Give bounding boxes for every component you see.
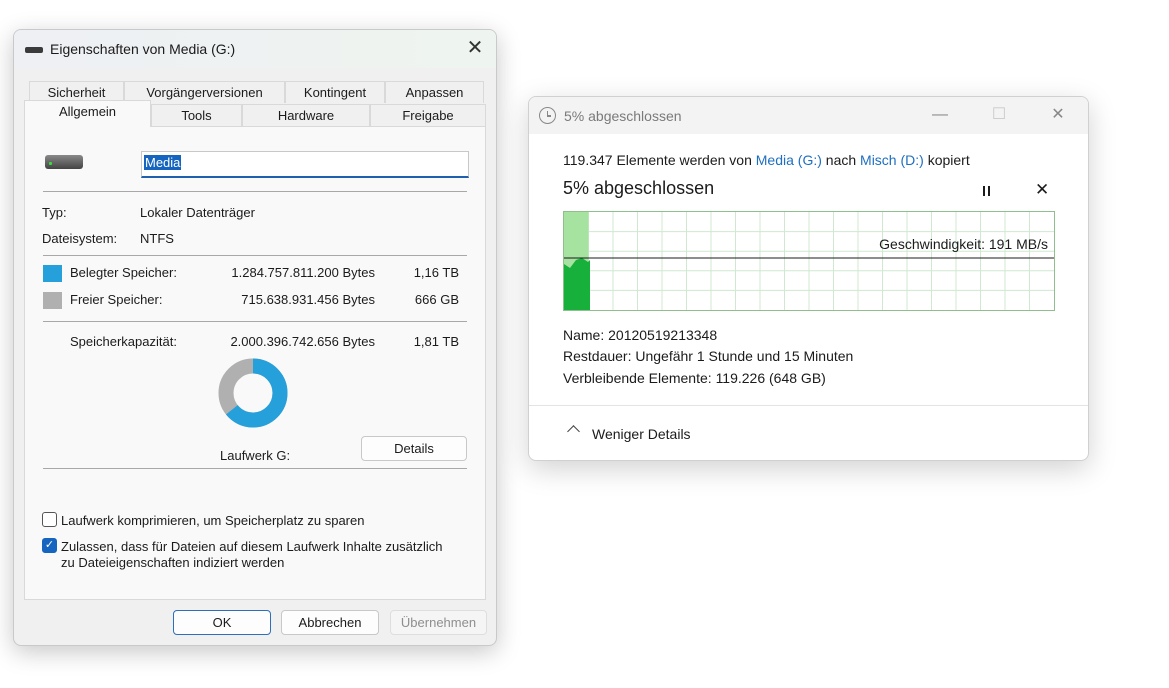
tab-hardware[interactable]: Hardware xyxy=(242,104,370,126)
drive-name-text: Media xyxy=(144,155,182,170)
used-space-label: Belegter Speicher: xyxy=(70,265,177,280)
drive-letter-label: Laufwerk G: xyxy=(220,448,291,463)
free-space-bytes: 715.638.931.456 Bytes xyxy=(241,292,375,307)
type-value: Lokaler Datenträger xyxy=(140,205,255,220)
filesystem-label: Dateisystem: xyxy=(42,231,118,246)
filesystem-value: NTFS xyxy=(140,231,174,246)
close-icon[interactable]: ✕ xyxy=(462,36,488,62)
destination-link[interactable]: Misch (D:) xyxy=(860,152,924,168)
drive-icon xyxy=(25,47,43,53)
copy-progress-dialog: 5% abgeschlossen — ☐ ✕ 119.347 Elemente … xyxy=(528,96,1089,461)
compress-label: Laufwerk komprimieren, um Speicherplatz … xyxy=(61,513,365,528)
used-space-bytes: 1.284.757.811.200 Bytes xyxy=(231,265,375,280)
index-checkbox[interactable]: ✓ xyxy=(42,538,57,553)
copy-summary: 119.347 Elemente werden von Media (G:) n… xyxy=(563,152,970,168)
remaining-value: Ungefähr 1 Stunde und 15 Minuten xyxy=(635,348,854,364)
divider xyxy=(43,468,467,469)
capacity-label: Speicherkapazität: xyxy=(70,334,177,349)
summary-mid: nach xyxy=(825,152,857,168)
tab-tools[interactable]: Tools xyxy=(151,104,242,126)
items-value: 119.226 (648 GB) xyxy=(715,370,826,386)
name-row: Name: 20120519213348 xyxy=(563,327,717,343)
capacity-size: 1,81 TB xyxy=(413,334,459,349)
progress-heading: 5% abgeschlossen xyxy=(563,178,715,198)
used-space-swatch xyxy=(43,265,62,282)
apply-button[interactable]: Übernehmen xyxy=(390,610,487,635)
maximize-button[interactable]: ☐ xyxy=(976,101,1022,131)
properties-titlebar: Eigenschaften von Media (G:) ✕ xyxy=(14,30,496,68)
capacity-bytes: 2.000.396.742.656 Bytes xyxy=(230,334,375,349)
clock-icon xyxy=(539,107,556,124)
free-space-label: Freier Speicher: xyxy=(70,292,163,307)
type-label: Typ: xyxy=(42,205,67,220)
less-details-link[interactable]: Weniger Details xyxy=(592,426,691,442)
free-space-swatch xyxy=(43,292,62,309)
ok-button[interactable]: OK xyxy=(173,610,271,635)
hard-drive-icon xyxy=(45,155,83,169)
speed-label: Geschwindigkeit: 191 MB/s xyxy=(879,236,1048,252)
tab-allgemein[interactable]: Allgemein xyxy=(24,100,151,127)
items-row: Verbleibende Elemente: 119.226 (648 GB) xyxy=(563,370,826,386)
tab-kontingent[interactable]: Kontingent xyxy=(285,81,385,103)
chevron-up-icon[interactable] xyxy=(567,425,580,438)
minimize-button[interactable]: — xyxy=(917,101,963,131)
source-link[interactable]: Media (G:) xyxy=(756,152,822,168)
divider xyxy=(529,405,1088,406)
summary-suffix: kopiert xyxy=(927,152,970,168)
name-label: Name: xyxy=(563,327,605,343)
drive-name-input[interactable]: Media xyxy=(141,151,469,178)
speed-graph-svg xyxy=(564,212,1054,310)
copy-titlebar: 5% abgeschlossen — ☐ ✕ xyxy=(529,97,1088,134)
cancel-button[interactable]: Abbrechen xyxy=(281,610,379,635)
divider xyxy=(43,255,467,256)
graph-grid xyxy=(564,212,1054,310)
used-space-size: 1,16 TB xyxy=(413,265,459,280)
general-tab-panel: Media Typ: Lokaler Datenträger Dateisyst… xyxy=(24,126,486,600)
usage-donut-chart xyxy=(218,358,288,428)
details-button[interactable]: Details xyxy=(361,436,467,461)
divider xyxy=(43,321,467,322)
summary-prefix: 119.347 Elemente werden von xyxy=(563,152,752,168)
tab-freigabe[interactable]: Freigabe xyxy=(370,104,486,126)
items-label: Verbleibende Elemente: xyxy=(563,370,712,386)
close-button[interactable]: ✕ xyxy=(1035,101,1081,131)
cancel-copy-icon[interactable]: ✕ xyxy=(1035,180,1049,200)
tab-anpassen[interactable]: Anpassen xyxy=(385,81,484,103)
transfer-speed-graph: Geschwindigkeit: 191 MB/s xyxy=(563,211,1055,311)
name-value: 20120519213348 xyxy=(608,327,718,343)
compress-checkbox[interactable] xyxy=(42,512,57,527)
pause-icon[interactable] xyxy=(981,185,993,197)
properties-dialog: Eigenschaften von Media (G:) ✕ Sicherhei… xyxy=(13,29,497,646)
divider xyxy=(43,191,467,192)
properties-title: Eigenschaften von Media (G:) xyxy=(50,41,236,57)
remaining-row: Restdauer: Ungefähr 1 Stunde und 15 Minu… xyxy=(563,348,853,364)
remaining-label: Restdauer: xyxy=(563,348,632,364)
free-space-size: 666 GB xyxy=(414,292,459,307)
index-label-line1: Zulassen, dass für Dateien auf diesem La… xyxy=(61,539,443,554)
index-label-line2: zu Dateieigenschaften indiziert werden xyxy=(61,555,285,570)
copy-title: 5% abgeschlossen xyxy=(564,108,682,124)
